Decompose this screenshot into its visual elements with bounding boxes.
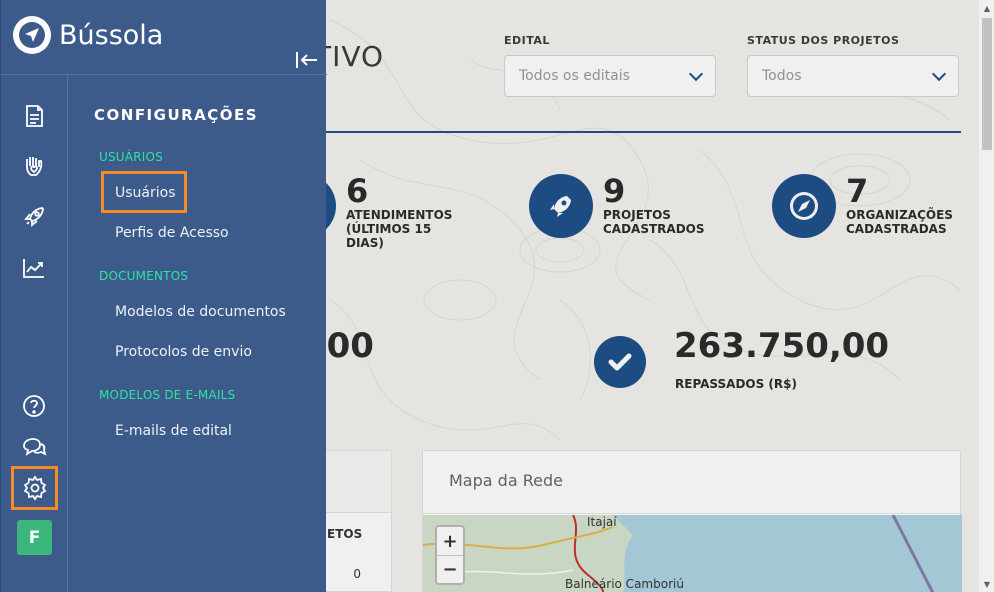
menu-item-modelos-de-documentos[interactable]: Modelos de documentos	[115, 304, 286, 320]
compass-logo-icon	[13, 16, 51, 54]
avatar[interactable]: F	[17, 520, 52, 555]
section-modelos-de-emails: MODELOS DE E-MAILS	[99, 388, 236, 402]
section-usuarios: USUÁRIOS	[99, 150, 163, 164]
rocket-icon[interactable]	[15, 198, 53, 236]
sidebar-divider	[1, 74, 327, 75]
scroll-down-arrow[interactable]: ▼	[979, 576, 994, 592]
scroll-thumb[interactable]	[982, 18, 992, 150]
document-icon[interactable]	[15, 97, 53, 135]
gear-icon[interactable]	[11, 466, 58, 510]
menu-item-emails-de-edital[interactable]: E-mails de edital	[115, 423, 232, 439]
section-documentos: DOCUMENTOS	[99, 269, 189, 283]
menu-title: CONFIGURAÇÕES	[94, 106, 259, 124]
collapse-sidebar-icon[interactable]	[295, 50, 319, 70]
chart-line-icon[interactable]	[15, 249, 53, 287]
chat-icon[interactable]	[15, 428, 53, 466]
hand-heart-icon[interactable]	[15, 147, 53, 185]
scroll-up-arrow[interactable]: ▲	[979, 0, 994, 16]
help-icon[interactable]	[15, 387, 53, 425]
menu-item-perfis-de-acesso[interactable]: Perfis de Acesso	[115, 225, 229, 241]
menu-item-protocolos-de-envio[interactable]: Protocolos de envio	[115, 344, 252, 360]
vertical-scrollbar[interactable]: ▲ ▼	[978, 0, 994, 592]
sidebar-divider	[67, 74, 68, 592]
brand-logo[interactable]: Bússola	[13, 16, 163, 54]
menu-item-usuarios[interactable]: Usuários	[115, 185, 176, 201]
brand-name: Bússola	[59, 19, 164, 51]
sidebar: Bússola F CONFIGURAÇÕES USUÁRIOS Usuário…	[0, 0, 327, 592]
